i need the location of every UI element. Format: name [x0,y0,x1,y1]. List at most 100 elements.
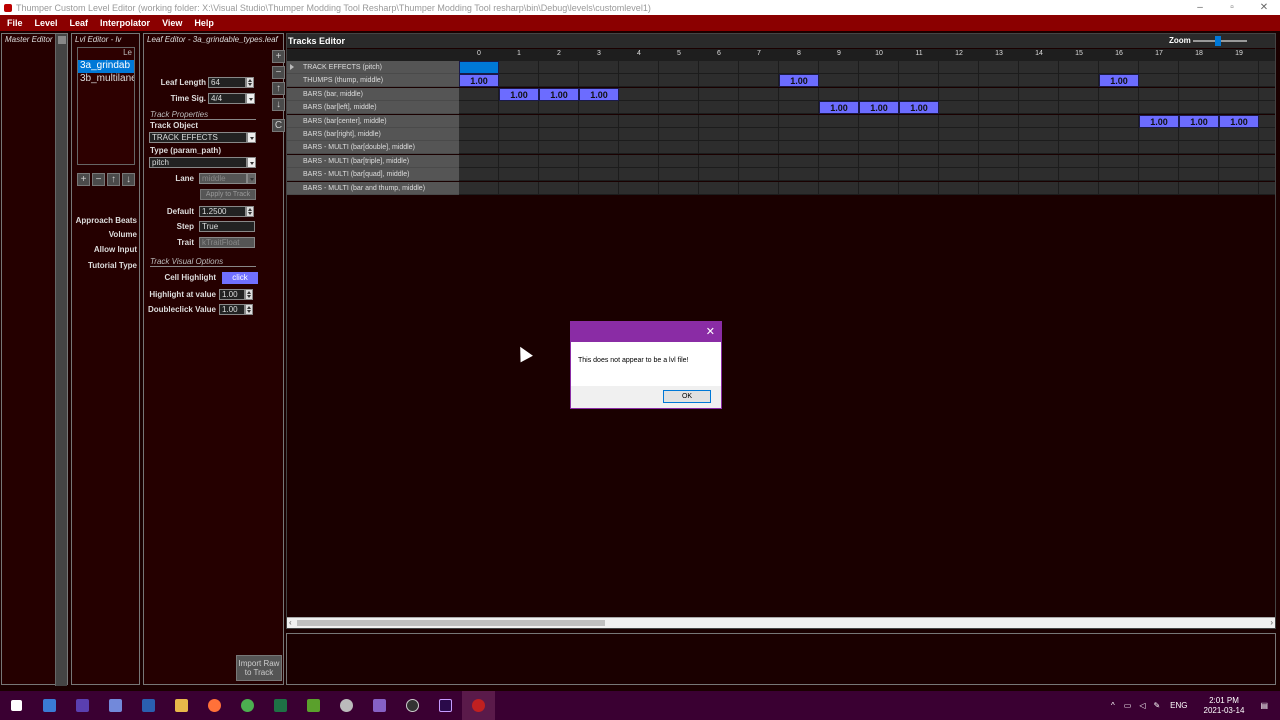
track-cell-row[interactable]: 1.00 1.00 1.00 [459,74,1275,88]
thumper-editor-icon[interactable] [462,691,495,720]
track-cell[interactable]: 1.00 [1139,114,1179,128]
excel-icon[interactable] [264,691,297,720]
default-spinner[interactable] [246,206,254,217]
step-input[interactable]: True [199,221,255,232]
menu-interpolator[interactable]: Interpolator [95,18,155,28]
scrollbar-thumb[interactable] [297,620,605,626]
firefox-icon[interactable] [198,691,231,720]
track-cell-row[interactable]: 1.00 1.00 1.00 [459,101,1275,115]
doubleclick-value-spinner[interactable] [245,304,253,315]
premiere-icon[interactable] [429,691,462,720]
close-button[interactable]: ✕ [1248,2,1280,13]
app-icon-1[interactable] [66,691,99,720]
add-leaf-button[interactable]: + [77,173,90,186]
track-cell[interactable]: 1.00 [859,101,899,115]
add-track-button[interactable]: + [272,50,285,63]
import-raw-button[interactable]: Import Raw to Track [236,655,282,681]
tray-chevron-icon[interactable]: ^ [1111,701,1115,710]
track-cell[interactable]: 1.00 [819,101,859,115]
master-editor-scrollbar[interactable] [55,34,67,686]
scroll-left-icon[interactable]: ‹ [289,618,292,627]
dialog-close-button[interactable]: ✕ [706,325,715,338]
track-cell[interactable]: 1.00 [1219,114,1259,128]
track-row-label[interactable]: BARS - MULTI (bar and thump, middle) [287,181,459,195]
highlight-value-input[interactable]: 1.00 [219,289,245,300]
track-cell-row[interactable] [459,168,1275,182]
ok-button[interactable]: OK [663,390,711,403]
leaf-length-spinner[interactable] [246,77,254,88]
track-cell[interactable] [459,61,499,74]
track-cell-row[interactable]: 1.00 1.00 1.00 [459,87,1275,101]
scrollbar-thumb[interactable] [58,36,66,44]
menu-help[interactable]: Help [189,18,219,28]
maximize-button[interactable]: ▫ [1216,2,1248,13]
track-row-label[interactable]: BARS - MULTI (bar[double], middle) [287,141,459,155]
track-row-label[interactable]: BARS - MULTI (bar[triple], middle) [287,154,459,168]
track-cell-row[interactable]: 1.00 1.00 1.00 [459,114,1275,128]
tracks-horizontal-scrollbar[interactable]: ‹ › [287,617,1275,628]
remove-track-button[interactable]: − [272,66,285,79]
track-cell[interactable]: 1.00 [1179,114,1219,128]
task-view-icon[interactable] [33,691,66,720]
move-down-button[interactable]: ↓ [122,173,135,186]
expand-arrow-icon[interactable] [290,64,294,70]
track-cell[interactable]: 1.00 [1099,74,1139,88]
track-row-label[interactable]: BARS (bar, middle) [287,87,459,101]
start-icon[interactable] [0,691,33,720]
network-icon[interactable]: ▭ [1124,701,1132,710]
menu-view[interactable]: View [157,18,187,28]
track-row-label[interactable]: BARS (bar[center], middle) [287,114,459,128]
chevron-down-icon[interactable] [246,93,255,104]
taskbar-clock[interactable]: 2:01 PM 2021-03-14 [1204,696,1245,716]
file-explorer-icon[interactable] [165,691,198,720]
doubleclick-value-input[interactable]: 1.00 [219,304,245,315]
chevron-down-icon[interactable] [247,157,256,168]
scroll-right-icon[interactable]: › [1270,618,1273,627]
list-item[interactable]: 3a_grindab [78,60,134,73]
lvl-leaf-list[interactable]: Le 3a_grindab 3b_multilane [77,47,135,165]
default-input[interactable]: 1.2500 [199,206,246,217]
track-cell-row[interactable] [459,141,1275,155]
apply-to-track-button[interactable]: Apply to Track [200,189,256,200]
discord-icon[interactable] [99,691,132,720]
leaf-length-input[interactable]: 64 [208,77,246,88]
track-cell[interactable]: 1.00 [499,87,539,101]
menu-leaf[interactable]: Leaf [65,18,94,28]
track-cell[interactable]: 1.00 [459,74,499,88]
track-row-label[interactable]: THUMPS (thump, middle) [287,74,459,88]
track-cell-row[interactable] [459,181,1275,195]
type-select[interactable]: pitch [149,157,247,168]
chevron-down-icon[interactable] [247,132,256,143]
lane-select[interactable]: middle [199,173,247,184]
remove-leaf-button[interactable]: − [92,173,105,186]
pen-icon[interactable]: ✎ [1153,701,1160,710]
language-indicator[interactable]: ENG [1170,701,1187,710]
track-row-label[interactable]: BARS - MULTI (bar[quad], middle) [287,168,459,182]
track-cell[interactable]: 1.00 [779,74,819,88]
minimize-button[interactable]: – [1184,2,1216,13]
notepad-icon[interactable] [297,691,330,720]
chrome-icon[interactable] [231,691,264,720]
app-icon-2[interactable] [330,691,363,720]
track-cell[interactable]: 1.00 [899,101,939,115]
highlight-value-spinner[interactable] [245,289,253,300]
move-up-button[interactable]: ↑ [107,173,120,186]
menu-file[interactable]: File [2,18,28,28]
cell-highlight-button[interactable]: click [222,272,258,284]
track-row-label[interactable]: BARS (bar[left], middle) [287,101,459,115]
list-item[interactable]: 3b_multilane [78,73,134,86]
powershell-icon[interactable] [132,691,165,720]
menu-level[interactable]: Level [30,18,63,28]
time-sig-select[interactable]: 4/4 [208,93,246,104]
track-cell-row[interactable] [459,61,1275,74]
notification-icon[interactable]: ▤ [1260,701,1268,710]
zoom-slider-thumb[interactable] [1215,36,1221,46]
track-cell-row[interactable] [459,154,1275,168]
visual-studio-icon[interactable] [363,691,396,720]
track-row-label[interactable]: TRACK EFFECTS (pitch) [287,61,459,74]
chevron-down-icon[interactable] [247,173,256,184]
track-cell[interactable]: 1.00 [579,87,619,101]
track-up-button[interactable]: ↑ [272,82,285,95]
obs-icon[interactable] [396,691,429,720]
track-down-button[interactable]: ↓ [272,98,285,111]
